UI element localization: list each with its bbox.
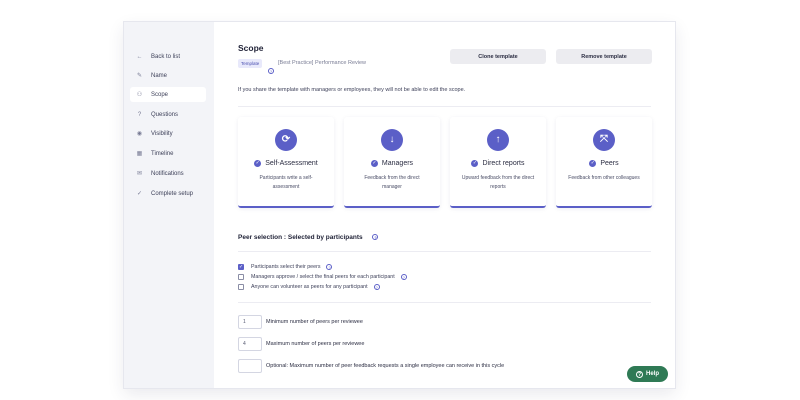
- sidebar-item-label: Back to list: [151, 53, 181, 60]
- max-requests-row: Optional: Maximum number of peer feedbac…: [238, 359, 504, 373]
- info-icon[interactable]: ?: [326, 263, 333, 270]
- remove-template-button[interactable]: Remove template: [556, 49, 652, 64]
- min-peers-row: 1 Minimum number of peers per reviewee: [238, 315, 363, 329]
- card-title-row: ✓ Self-Assessment: [238, 160, 334, 167]
- template-name: [Best Practice] Performance Review: [278, 60, 367, 66]
- page-title: Scope: [238, 43, 264, 53]
- max-requests-label: Optional: Maximum number of peer feedbac…: [266, 363, 505, 369]
- scope-icon: ⚇: [136, 92, 143, 98]
- arrows-cross-icon: ⤧: [593, 129, 615, 151]
- template-badge: Template: [238, 59, 263, 68]
- card-peers[interactable]: ⤧ ✓ Peers Feedback from other colleagues: [556, 117, 652, 208]
- card-description: Upward feedback from the direct reports: [461, 175, 535, 190]
- sidebar-item-name[interactable]: ✎ Name: [130, 68, 206, 83]
- max-peers-input[interactable]: 4: [238, 337, 262, 351]
- sidebar-item-label: Notifications: [151, 170, 184, 177]
- check-circle-icon: ✓: [471, 160, 479, 167]
- pencil-icon: ✎: [136, 73, 143, 79]
- peer-option-managers[interactable]: Managers approve / select the final peer…: [238, 272, 407, 281]
- card-managers[interactable]: ↓ ✓ Managers Feedback from the direct man…: [344, 117, 440, 208]
- clone-template-button[interactable]: Clone template: [450, 49, 546, 64]
- subtitle-icon-wrap: ?: [268, 60, 274, 78]
- max-peers-label: Maximum number of peers per reviewee: [266, 341, 365, 347]
- card-title: Peers: [600, 160, 619, 167]
- peer-selection-title-text: Peer selection : Selected by participant…: [238, 234, 363, 241]
- min-peers-input[interactable]: 1: [238, 315, 262, 329]
- sidebar-item-notifications[interactable]: ✉ Notifications: [130, 166, 206, 181]
- divider: [238, 106, 651, 107]
- check-circle-icon: ✓: [370, 160, 378, 167]
- min-peers-label: Minimum number of peers per reviewee: [266, 319, 363, 325]
- app-window: ← Back to list ✎ Name ⚇ Scope ? Question…: [124, 22, 675, 388]
- arrow-down-icon: ↓: [381, 129, 403, 151]
- help-icon: ?: [635, 370, 643, 378]
- sidebar-item-timeline[interactable]: ▦ Timeline: [130, 146, 206, 161]
- option-label: Managers approve / select the final peer…: [251, 273, 395, 280]
- divider: [238, 302, 651, 303]
- sidebar-item-back[interactable]: ← Back to list: [130, 49, 206, 64]
- checkbox[interactable]: [238, 283, 244, 290]
- check-icon: ✓: [136, 191, 143, 197]
- sidebar-item-complete-setup[interactable]: ✓ Complete setup: [130, 186, 206, 201]
- arrow-up-icon: ↑: [487, 129, 509, 151]
- card-self-assessment[interactable]: ⟳ ✓ Self-Assessment Participants write a …: [238, 117, 334, 208]
- sidebar-item-label: Questions: [151, 111, 179, 118]
- sidebar-item-scope[interactable]: ⚇ Scope: [130, 87, 206, 102]
- sidebar: ← Back to list ✎ Name ⚇ Scope ? Question…: [124, 22, 214, 388]
- card-title-row: ✓ Peers: [556, 160, 652, 167]
- max-peers-row: 4 Maximum number of peers per reviewee: [238, 337, 364, 351]
- card-title: Managers: [381, 160, 414, 167]
- peer-option-participants[interactable]: ✓ Participants select their peers ?: [238, 262, 333, 271]
- question-icon: ?: [137, 111, 142, 118]
- sidebar-item-visibility[interactable]: ◉ Visibility: [130, 126, 206, 141]
- main-content: Scope Template ? [Best Practice] Perform…: [214, 22, 675, 388]
- card-title-row: ✓ Direct reports: [450, 160, 546, 167]
- option-label: Anyone can volunteer as peers for any pa…: [251, 283, 368, 290]
- peer-selection-title: Peer selection : Selected by participant…: [238, 234, 379, 241]
- max-requests-input[interactable]: [238, 359, 262, 373]
- scope-notice: If you share the template with managers …: [238, 87, 466, 93]
- checkbox[interactable]: [238, 273, 244, 280]
- refresh-icon: ⟳: [275, 129, 297, 151]
- mail-icon: ✉: [136, 171, 143, 177]
- card-title: Direct reports: [482, 160, 525, 167]
- help-label: Help: [645, 371, 659, 377]
- checkbox-checked[interactable]: ✓: [238, 263, 244, 270]
- arrow-left-icon: ←: [136, 53, 143, 60]
- info-icon: ?: [268, 68, 274, 74]
- peer-option-anyone[interactable]: Anyone can volunteer as peers for any pa…: [238, 282, 380, 291]
- card-description: Feedback from other colleagues: [568, 175, 640, 181]
- option-label: Participants select their peers: [251, 263, 321, 270]
- sidebar-item-label: Complete setup: [151, 190, 194, 197]
- card-direct-reports[interactable]: ↑ ✓ Direct reports Upward feedback from t…: [450, 117, 546, 208]
- card-description: Feedback from the direct manager: [364, 175, 420, 190]
- sidebar-item-label: Visibility: [151, 130, 173, 137]
- sidebar-item-label: Scope: [151, 91, 169, 98]
- eye-icon: ◉: [136, 131, 143, 137]
- sidebar-item-questions[interactable]: ? Questions: [130, 107, 206, 122]
- calendar-icon: ▦: [136, 151, 143, 157]
- info-icon[interactable]: ?: [372, 234, 379, 240]
- check-circle-icon: ✓: [254, 160, 262, 167]
- check-circle-icon: ✓: [589, 160, 597, 167]
- sidebar-item-label: Name: [151, 72, 168, 79]
- info-icon[interactable]: ?: [400, 273, 407, 280]
- card-description: Participants write a self-assessment: [259, 175, 313, 190]
- sidebar-item-label: Timeline: [151, 150, 174, 157]
- card-title-row: ✓ Managers: [344, 160, 440, 167]
- card-title: Self-Assessment: [265, 160, 318, 167]
- divider: [238, 251, 651, 252]
- help-button[interactable]: ? Help: [627, 366, 668, 382]
- info-icon[interactable]: ?: [373, 283, 380, 290]
